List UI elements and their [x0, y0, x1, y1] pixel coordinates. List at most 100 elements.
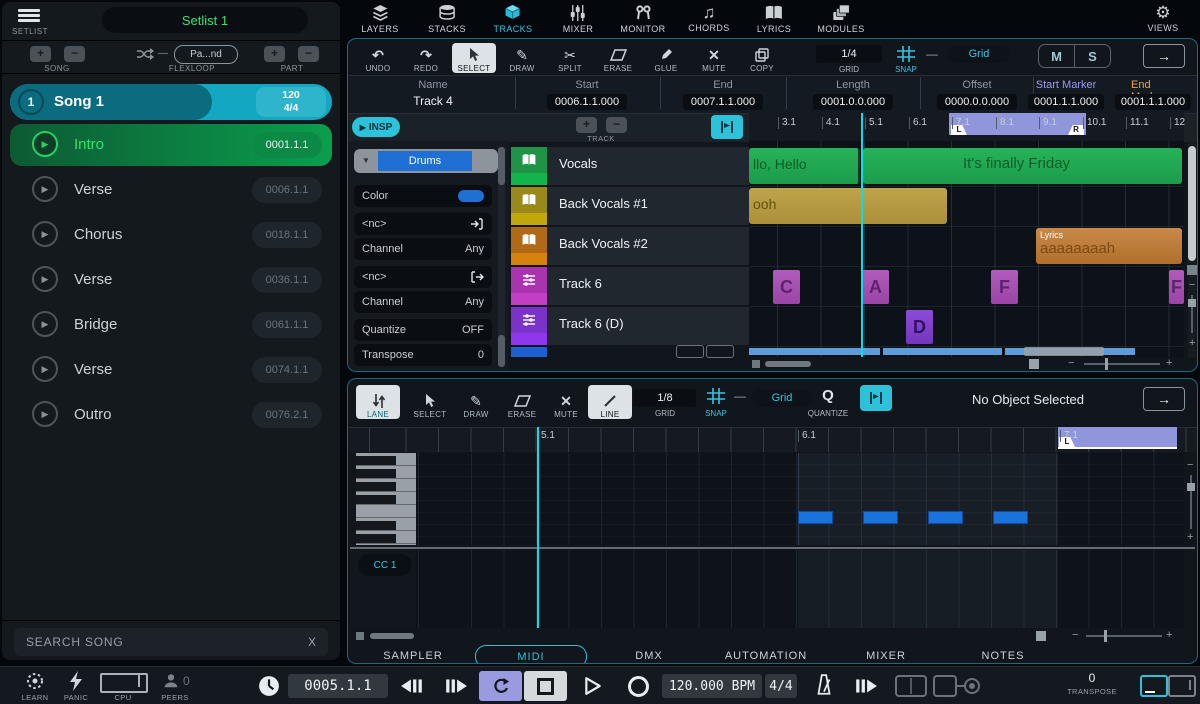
add-song-button[interactable]: +	[30, 46, 51, 62]
skip-back-button[interactable]	[400, 677, 424, 695]
time-sig-display[interactable]: 4/4	[765, 674, 797, 698]
section-row[interactable]: ▶ Verse 0006.1.1	[10, 169, 332, 211]
tab-automation[interactable]: AUTOMATION	[725, 645, 807, 664]
learn-icon[interactable]	[25, 671, 45, 691]
loop-right-flag[interactable]: R	[1068, 125, 1084, 135]
line-tool-button[interactable]: LINE	[588, 385, 632, 419]
copy-tool-button[interactable]: COPY	[740, 43, 784, 73]
tab-dmx[interactable]: DMX	[635, 645, 662, 664]
midi-vzoom-in[interactable]: +	[1187, 531, 1193, 543]
midi-hscroll-handle[interactable]	[356, 632, 364, 640]
search-clear-button[interactable]: X	[308, 635, 316, 649]
draw-tool-button[interactable]: ✎DRAW	[500, 43, 544, 73]
flexloop-value[interactable]: Pa...nd	[174, 45, 238, 64]
tracks-forward-button[interactable]: →	[1143, 44, 1185, 68]
zoom-slider-thumb[interactable]	[1105, 358, 1108, 370]
mute-tool-button[interactable]: ✕MUTE	[692, 43, 736, 73]
split-tool-button[interactable]: ✂SPLIT	[548, 43, 592, 73]
tab-chords[interactable]: ♫ CHORDS	[688, 3, 729, 33]
back-vocals-2-clip[interactable]: Lyrics aaaaaaaah	[1036, 228, 1182, 264]
section-row[interactable]: ▶ Verse 0074.1.1	[10, 349, 332, 391]
tab-monitor[interactable]: MONITOR	[620, 3, 665, 34]
track-row-back-vocals-2[interactable]: Back Vocals #2	[511, 227, 749, 265]
midi-grid-mode-button[interactable]: Grid	[752, 389, 812, 407]
partial-track-solo-button[interactable]	[706, 345, 734, 358]
layout-view-button-2[interactable]	[1168, 675, 1196, 697]
tab-midi[interactable]: MIDI	[475, 645, 587, 664]
vzoom-out-button[interactable]: −	[1189, 279, 1195, 291]
inspector-scrollbar[interactable]	[498, 147, 505, 367]
lane-divider[interactable]	[350, 547, 1195, 549]
bpm-display[interactable]: 120.000 BPM	[662, 674, 762, 698]
midi-zoom-handle[interactable]	[1036, 631, 1046, 641]
tab-mixer-bottom[interactable]: MIXER	[866, 645, 906, 664]
partial-clip-selection[interactable]	[1024, 347, 1104, 356]
transpose-setting[interactable]: Transpose0	[354, 344, 492, 366]
hscroll-handle[interactable]	[752, 360, 760, 368]
preset-dropdown[interactable]: ▼ Drums	[354, 149, 498, 173]
add-part-button[interactable]: +	[264, 46, 285, 62]
midi-grid-value-box[interactable]: 1/8	[634, 389, 696, 407]
skip-forward-button[interactable]	[444, 677, 468, 695]
tab-lyrics[interactable]: LYRICS	[757, 3, 791, 34]
zoom-in-button[interactable]: +	[1166, 357, 1172, 369]
midi-mute-tool[interactable]: ✕MUTE	[544, 385, 588, 419]
back-vocals-1-clip[interactable]: ooh	[749, 188, 947, 224]
section-row[interactable]: ▶ Outro 0076.2.1	[10, 394, 332, 436]
sync-link-controls[interactable]	[894, 673, 994, 699]
erase-tool-button[interactable]: ERASE	[596, 43, 640, 73]
snap-grid-icon[interactable]	[896, 45, 916, 63]
vocals-clip-2[interactable]: It's finally Friday	[863, 148, 1182, 184]
midi-note[interactable]	[798, 511, 833, 524]
cc-lane-selector[interactable]: CC 1	[358, 554, 412, 576]
undo-button[interactable]: ↶UNDO	[356, 43, 400, 73]
vzoom-in-button[interactable]: +	[1189, 337, 1195, 349]
section-play-button[interactable]: ▶	[32, 401, 58, 427]
section-play-button[interactable]: ▶	[32, 266, 58, 292]
tempo-clock-icon[interactable]	[258, 675, 280, 697]
midi-hscroll-thumb[interactable]	[370, 633, 414, 639]
record-button[interactable]	[628, 676, 649, 697]
midi-forward-button[interactable]: →	[1143, 387, 1185, 411]
midi-zoom-track[interactable]	[1086, 635, 1162, 637]
partial-track-mute-button[interactable]	[676, 345, 704, 358]
setlist-menu-icon[interactable]	[18, 9, 40, 23]
tab-layers[interactable]: LAYERS	[361, 3, 398, 34]
layout-view-button-1[interactable]	[1140, 675, 1168, 697]
midi-marker-mode-button[interactable]	[860, 385, 892, 411]
midi-vzoom-out[interactable]: −	[1187, 459, 1193, 471]
midi-note[interactable]	[928, 511, 963, 524]
section-play-button[interactable]: ▶	[32, 131, 58, 157]
end-value[interactable]: 0007.1.1.000	[683, 94, 763, 110]
select-tool-button[interactable]: SELECT	[452, 43, 496, 73]
solo-s-button[interactable]: S	[1075, 45, 1110, 67]
section-play-button[interactable]: ▶	[32, 356, 58, 382]
midi-vzoom-thumb[interactable]	[1187, 483, 1195, 491]
tap-tempo-button[interactable]	[854, 677, 878, 695]
marker-mode-button[interactable]	[711, 115, 743, 139]
partial-clip[interactable]	[883, 348, 1002, 355]
stop-button[interactable]	[524, 671, 567, 701]
midi-zoom-thumb[interactable]	[1104, 630, 1107, 642]
midi-select-tool[interactable]: SELECT	[408, 385, 452, 419]
section-play-button[interactable]: ▶	[32, 311, 58, 337]
midi-playhead[interactable]	[537, 427, 539, 628]
track-row-vocals[interactable]: Vocals	[511, 147, 749, 185]
tab-views[interactable]: ⚙ VIEWS	[1147, 3, 1178, 33]
loop-toggle-button[interactable]	[479, 671, 522, 701]
peers-icon[interactable]	[162, 672, 180, 690]
zoom-out-button[interactable]: −	[1068, 357, 1074, 369]
midi-erase-tool[interactable]: ERASE	[500, 385, 544, 419]
quantize-q-button[interactable]: Q	[818, 387, 838, 404]
chord-block[interactable]: F	[1169, 270, 1184, 304]
track-name-value[interactable]: Track 4	[413, 94, 453, 108]
redo-button[interactable]: ↷REDO	[404, 43, 448, 73]
mute-m-button[interactable]: M	[1039, 45, 1075, 67]
tab-stacks[interactable]: STACKS	[428, 3, 466, 34]
track-row-track6-d[interactable]: Track 6 (D)	[511, 307, 749, 345]
position-display[interactable]: 0005.1.1	[288, 674, 388, 698]
section-row[interactable]: ▶ Chorus 0018.1.1	[10, 214, 332, 256]
section-row-intro[interactable]: ▶ Intro 0001.1.1	[10, 124, 332, 166]
midi-note[interactable]	[993, 511, 1028, 524]
offset-value[interactable]: 0000.0.0.000	[937, 94, 1017, 110]
